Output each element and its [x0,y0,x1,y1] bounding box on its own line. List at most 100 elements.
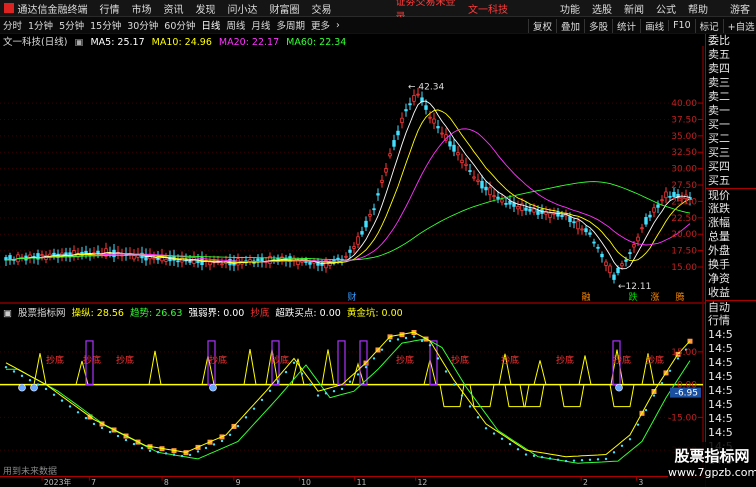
candle-body [352,246,356,249]
trend-dot [372,357,376,360]
menu-quotes[interactable]: 行情 [94,1,126,16]
candle-body [508,200,512,205]
trend-dot [292,361,296,364]
bottom-label: 抄底 [209,354,227,366]
trend-dot [420,339,424,343]
watermark-url: www.7gpzb.com [668,466,756,479]
candle-body [472,176,476,179]
candle-body [208,261,212,266]
menu-select-stock[interactable]: 选股 [586,1,618,16]
y-tick-label: 22.50 [671,214,697,224]
menu-discover[interactable]: 发现 [190,1,222,16]
tab-timeshare[interactable]: 分时 [0,18,25,32]
tab-60min[interactable]: 60分钟 [161,18,198,32]
date-axis: 2023年 7 8 9 10 11 12 2 3 [0,476,705,487]
date-label: 12 [418,478,428,487]
candle-body [188,260,192,263]
menu-help[interactable]: 帮助 [682,1,714,16]
menu-wealth[interactable]: 财富圈 [264,1,306,16]
trend-dot [36,383,40,386]
tab-1min[interactable]: 1分钟 [25,18,56,32]
trend-dot [276,380,280,383]
trend-dot [500,437,504,440]
quote-field-label: 现价 [706,188,756,202]
date-label: 10 [301,478,311,487]
candle-body [344,255,348,258]
buy-point-dot [18,383,26,392]
trend-dot [108,430,112,434]
candle-body [604,261,608,266]
candle-body [8,255,12,260]
candle-body [572,221,576,224]
multi-stock-button[interactable]: 多股 [584,18,612,33]
bottom-label: 抄底 [46,354,64,366]
trend-dot [332,389,336,393]
candle-body [644,217,648,225]
trend-dot [564,459,568,463]
tab-15min[interactable]: 15分钟 [87,18,124,32]
quote-field-label: 卖一 [708,104,730,117]
trend-dot [188,453,192,457]
stock-link[interactable]: 文一科技 [462,1,514,16]
tab-5min[interactable]: 5分钟 [56,18,87,32]
candle-body [308,261,312,265]
trend-dot [396,338,400,341]
date-label: 3 [638,478,643,487]
candle-body [404,109,408,112]
menu-ask[interactable]: 问小达 [222,1,264,16]
tab-daily[interactable]: 日线 [198,18,223,32]
trend-dot [92,422,96,426]
more-arrow-icon[interactable]: › [333,20,343,31]
candle-body [400,117,404,124]
trend-dot [556,458,560,461]
candlestick-chart[interactable]: 40.00 37.50 35.00 32.50 30.00 27.50 25.00 22.50… [0,46,705,302]
menu-news[interactable]: 资讯 [158,1,190,16]
overlay-button[interactable]: 叠加 [556,18,584,33]
tab-30min[interactable]: 30分钟 [124,18,161,32]
candle-body [524,207,528,211]
menu-trade[interactable]: 交易 [306,1,338,16]
tab-multi-period[interactable]: 多周期 [273,18,308,32]
mark-button[interactable]: 标记 [694,18,723,33]
indicator-chart[interactable]: 抄底抄底抄底抄底抄底抄底抄底抄底抄底抄底抄底 15.000.00-15.00-3… [0,304,705,476]
candle-body [612,274,616,280]
buy-point-dot [30,383,38,392]
statistics-button[interactable]: 统计 [612,18,640,33]
tab-monthly[interactable]: 月线 [248,18,273,32]
trend-dot [12,370,16,373]
trend-dot [348,380,352,383]
candle-body [548,212,552,218]
y-tick-label: 27.50 [671,181,697,191]
date-label: 2 [583,478,588,487]
menu-formula[interactable]: 公式 [650,1,682,16]
tab-more[interactable]: 更多 [308,18,333,32]
candle-body [636,236,640,242]
candle-body [580,228,584,231]
settings-icon[interactable]: ▣ [3,308,12,319]
tab-weekly[interactable]: 周线 [223,18,248,32]
candle-body [260,257,264,262]
menu-headlines[interactable]: 新闻 [618,1,650,16]
trend-dot [156,450,160,454]
user-label[interactable]: 游客 [724,1,756,16]
menu-market[interactable]: 市场 [126,1,158,16]
bottom-label: 抄底 [451,354,469,366]
menu-function[interactable]: 功能 [554,1,586,16]
candle-body [356,236,360,245]
trend-dot [516,448,520,451]
trend-dot [316,394,320,397]
trend-dot [52,393,56,397]
restore-rights-button[interactable]: 复权 [528,18,556,33]
app-name: 通达信金融终端 [17,4,88,16]
candle-body [528,208,532,212]
candle-body [600,253,604,258]
add-watchlist-button[interactable]: +自选 [722,18,756,33]
candle-body [536,210,540,215]
draw-line-button[interactable]: 画线 [640,18,668,33]
event-marker: 融 [581,292,590,302]
trend-dot [524,453,528,456]
title-bar: 通达信金融终端 行情 市场 资讯 发现 问小达 财富圈 交易 证劵交易未登录 文… [0,0,756,23]
candle-body [432,118,436,124]
bottom-label: 抄底 [646,354,664,366]
f10-button[interactable]: F10 [668,20,695,31]
